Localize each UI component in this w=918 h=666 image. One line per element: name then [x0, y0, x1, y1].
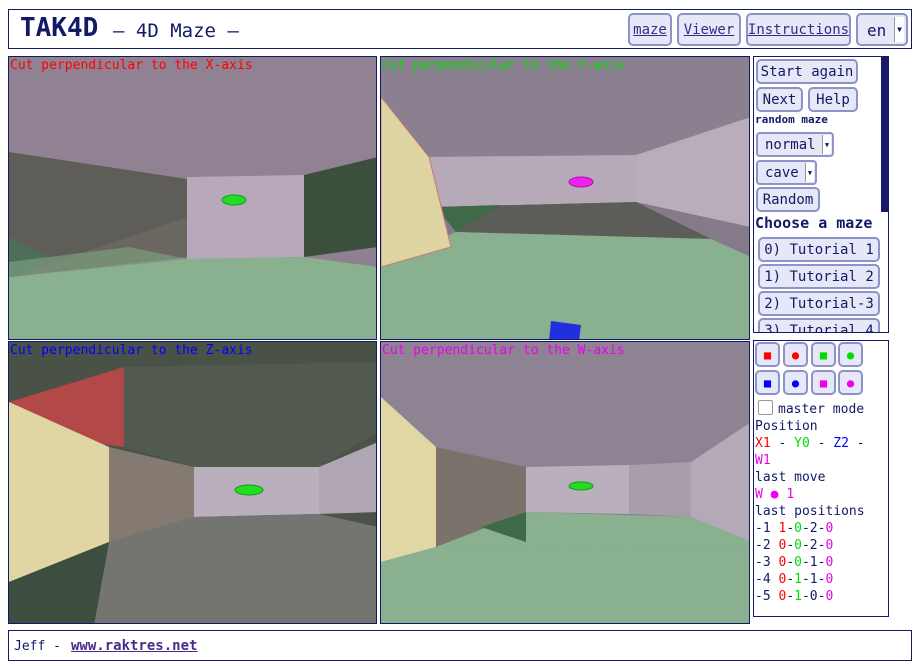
move-x-minus-button[interactable]: ■ — [755, 342, 780, 367]
random-button[interactable]: Random — [756, 187, 820, 212]
position-value: X1 - Y0 - Z2 - — [755, 436, 865, 451]
move-x-plus-button[interactable]: ● — [783, 342, 808, 367]
style-value: cave — [765, 165, 799, 181]
last-position-row: -5 0-1-0-0 — [755, 589, 834, 604]
move-w-plus-button[interactable]: ● — [838, 370, 863, 395]
master-mode-label: master mode — [778, 402, 865, 417]
style-select[interactable]: cave ▼ — [756, 160, 817, 185]
last-move-label: last move — [755, 470, 826, 485]
circle-icon: ● — [846, 347, 855, 362]
move-z-minus-button[interactable]: ■ — [755, 370, 780, 395]
maze-option-tutorial-1[interactable]: 0) Tutorial 1 — [758, 237, 880, 262]
app-subtitle: – 4D Maze – — [113, 20, 239, 42]
master-mode-checkbox[interactable] — [758, 400, 773, 415]
last-position-row: -1 1-0-2-0 — [755, 521, 834, 536]
author-label: Jeff - — [14, 639, 61, 654]
position-w-value: W1 — [755, 453, 771, 468]
maze-option-tutorial-2[interactable]: 1) Tutorial 2 — [758, 264, 880, 289]
view-w-cut[interactable]: Cut perpendicular to the W-axis — [380, 341, 750, 624]
language-value: en — [867, 21, 887, 40]
header: TAK4D – 4D Maze – maze Viewer Instructio… — [8, 9, 912, 49]
view-x-label: Cut perpendicular to the X-axis — [10, 58, 253, 73]
app-title: TAK4D — [20, 13, 99, 43]
nav-viewer-button[interactable]: Viewer — [677, 13, 741, 46]
square-icon: ■ — [763, 375, 772, 390]
move-w-minus-button[interactable]: ■ — [811, 370, 836, 395]
move-z-plus-button[interactable]: ● — [783, 370, 808, 395]
website-link[interactable]: www.raktres.net — [71, 638, 197, 654]
view-w-label: Cut perpendicular to the W-axis — [382, 343, 625, 358]
last-move-value: W ● 1 — [755, 487, 795, 502]
square-icon: ■ — [819, 375, 828, 390]
view-z-render — [9, 342, 376, 623]
view-w-render — [381, 342, 749, 623]
view-x-cut[interactable]: Cut perpendicular to the X-axis — [8, 56, 377, 340]
square-icon: ■ — [819, 347, 828, 362]
chevron-down-icon: ▼ — [822, 135, 831, 154]
last-position-row: -2 0-0-2-0 — [755, 538, 834, 553]
view-y-cut[interactable]: Cut perpendicular to the Y-axis — [380, 56, 750, 340]
last-position-row: -4 0-1-1-0 — [755, 572, 834, 587]
choose-maze-heading: Choose a maze — [755, 214, 873, 232]
move-y-minus-button[interactable]: ■ — [811, 342, 836, 367]
move-y-plus-button[interactable]: ● — [838, 342, 863, 367]
view-x-render — [9, 57, 376, 339]
maze-option-tutorial-4[interactable]: 3) Tutorial 4 — [758, 318, 880, 332]
circle-icon: ● — [791, 347, 800, 362]
maze-control-panel: Start again Next Help random maze normal… — [753, 56, 889, 333]
start-again-button[interactable]: Start again — [756, 59, 858, 84]
difficulty-value: normal — [765, 137, 816, 153]
last-positions-label: last positions — [755, 504, 865, 519]
help-button[interactable]: Help — [808, 87, 858, 112]
square-icon: ■ — [763, 347, 772, 362]
move-panel: ■ ● ■ ● ■ ● ■ ● master mode Position X1 … — [753, 340, 889, 617]
language-select[interactable]: en ▼ — [856, 13, 908, 46]
footer: Jeff - www.raktres.net — [8, 630, 912, 661]
panel-scrollbar[interactable] — [881, 57, 888, 212]
circle-icon: ● — [791, 375, 800, 390]
next-button[interactable]: Next — [756, 87, 803, 112]
maze-option-tutorial-3[interactable]: 2) Tutorial-3 — [758, 291, 880, 316]
position-label: Position — [755, 419, 818, 434]
chevron-down-icon: ▼ — [805, 163, 814, 182]
difficulty-select[interactable]: normal ▼ — [756, 132, 834, 157]
nav-instructions-button[interactable]: Instructions — [746, 13, 851, 46]
view-z-cut[interactable]: Cut perpendicular to the Z-axis — [8, 341, 377, 624]
view-y-render — [381, 57, 749, 339]
nav-maze-button[interactable]: maze — [628, 13, 672, 46]
chevron-down-icon: ▼ — [894, 17, 904, 42]
last-position-row: -3 0-0-1-0 — [755, 555, 834, 570]
view-z-label: Cut perpendicular to the Z-axis — [10, 343, 253, 358]
random-maze-label: random maze — [755, 113, 828, 126]
view-y-label: Cut perpendicular to the Y-axis — [382, 58, 625, 73]
circle-icon: ● — [846, 375, 855, 390]
